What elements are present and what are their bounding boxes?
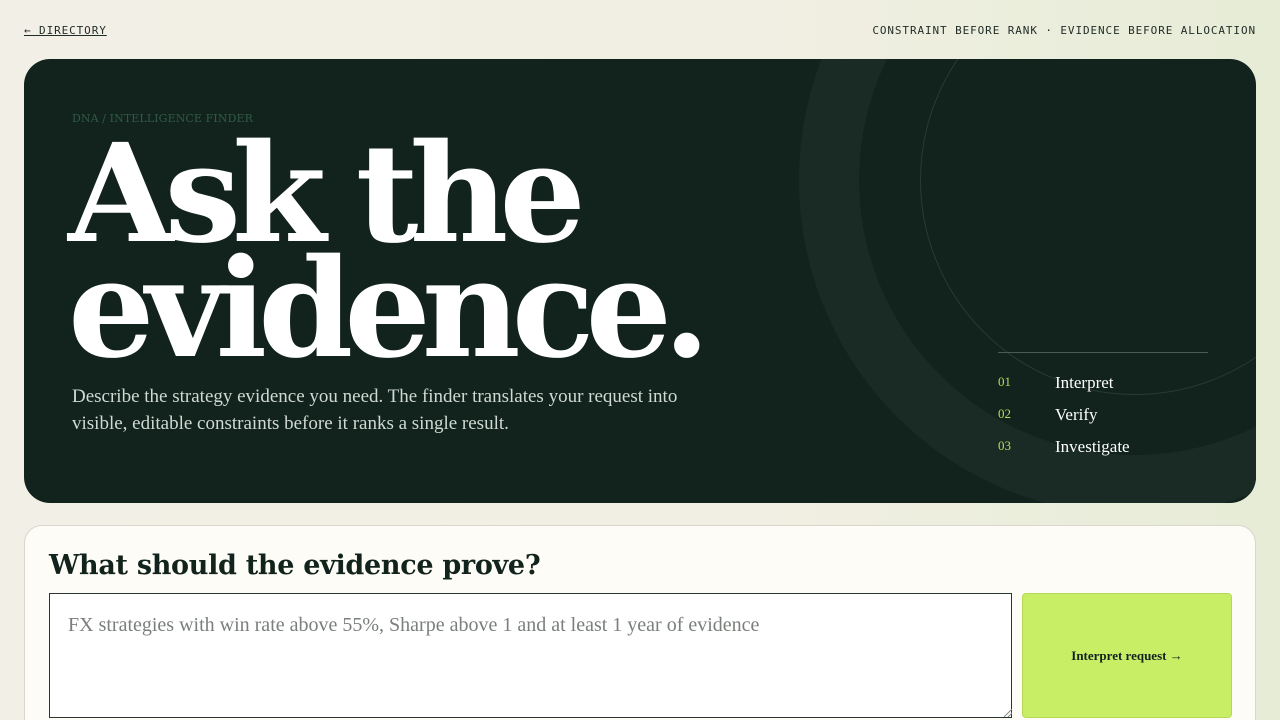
hero-panel: DNA / INTELLIGENCE FINDER Ask the eviden… xyxy=(24,59,1256,503)
process-steps: 01 Interpret 02 Verify 03 Investigate xyxy=(998,352,1208,467)
step-verify: 02 Verify xyxy=(998,403,1208,435)
resize-grip-icon[interactable] xyxy=(1004,709,1012,717)
step-interpret: 01 Interpret xyxy=(998,371,1208,403)
hero-headline: Ask the evidence. xyxy=(68,126,710,389)
step-label: Verify xyxy=(1055,405,1098,424)
step-label: Investigate xyxy=(1055,437,1130,456)
tagline: CONSTRAINT BEFORE RANK · EVIDENCE BEFORE… xyxy=(872,24,1256,37)
headline-line-2: evidence. xyxy=(68,229,710,389)
interpret-request-button[interactable]: Interpret request → xyxy=(1022,593,1232,718)
step-investigate: 03 Investigate xyxy=(998,435,1208,467)
query-panel: What should the evidence prove? Interpre… xyxy=(24,525,1256,720)
step-number: 02 xyxy=(998,406,1011,421)
directory-back-link[interactable]: ← DIRECTORY xyxy=(24,24,107,37)
top-bar: ← DIRECTORY CONSTRAINT BEFORE RANK · EVI… xyxy=(24,22,1256,40)
query-textarea[interactable] xyxy=(49,593,1012,718)
step-number: 01 xyxy=(998,374,1011,389)
hero-description: Describe the strategy evidence you need.… xyxy=(72,386,678,434)
query-title: What should the evidence prove? xyxy=(49,550,541,581)
step-number: 03 xyxy=(998,438,1011,453)
step-label: Interpret xyxy=(1055,373,1114,392)
